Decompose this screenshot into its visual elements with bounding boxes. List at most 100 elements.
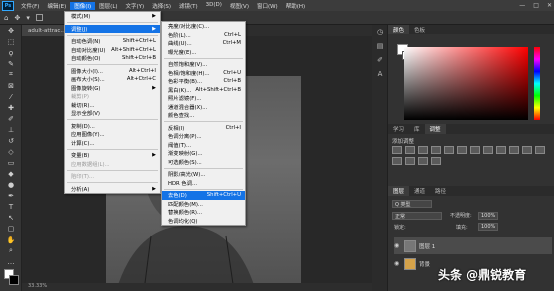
menu-item[interactable]: 裁切(R)... — [65, 101, 160, 110]
move-tool-icon[interactable]: ✥ — [0, 25, 22, 36]
exposure-icon[interactable] — [431, 146, 441, 154]
crop-tool-icon[interactable]: ⌗ — [0, 69, 22, 80]
menu-3[interactable]: 图层(L) — [95, 2, 121, 10]
zoom-tool-icon[interactable]: ⌕ — [0, 245, 22, 256]
dodge-tool-icon[interactable]: ● — [0, 179, 22, 190]
brush-tool-icon[interactable]: ✐ — [0, 113, 22, 124]
menu-8[interactable]: 视图(V) — [226, 2, 253, 10]
menu-item[interactable]: HDR 色调... — [162, 179, 245, 188]
rectangle-tool-icon[interactable]: ▢ — [0, 223, 22, 234]
menu-0[interactable]: 文件(F) — [17, 2, 43, 10]
opacity-input[interactable]: 100% — [478, 212, 498, 220]
menu-item[interactable]: 渐变映射(G)... — [162, 149, 245, 158]
close-button[interactable]: ✕ — [547, 2, 552, 9]
menu-2[interactable]: 图像(I) — [70, 1, 96, 10]
pen-tool-icon[interactable]: ✒ — [0, 190, 22, 201]
menu-5[interactable]: 选择(S) — [148, 2, 175, 10]
menu-item[interactable]: 曲线(U)... Ctrl+M — [162, 39, 245, 48]
menu-item[interactable]: 显示全部(V) — [65, 109, 160, 118]
color-swatches[interactable] — [0, 267, 21, 289]
dropdown-arrow-icon[interactable]: ▾ — [26, 14, 30, 22]
menu-item[interactable]: 复制(D)... — [65, 122, 160, 131]
menu-item[interactable]: 亮度/对比度(C)... — [162, 22, 245, 31]
menu-item[interactable]: 通道混合器(X)... — [162, 103, 245, 112]
menu-item[interactable]: 反相(I) Ctrl+I — [162, 124, 245, 133]
frame-tool-icon[interactable]: ⊠ — [0, 80, 22, 91]
menu-item[interactable]: 去色(D) Shift+Ctrl+U — [162, 191, 245, 200]
marquee-tool-icon[interactable]: ⬚ — [0, 36, 22, 47]
type-tool-icon[interactable]: T — [0, 201, 22, 212]
menu-item[interactable]: 调整(J) ▶ — [65, 24, 160, 33]
menu-item[interactable]: 颜色查找... — [162, 111, 245, 120]
menu-item[interactable]: 照片滤镜(F)... — [162, 94, 245, 103]
tab-learn[interactable]: 学习 — [388, 124, 409, 134]
invert-icon[interactable] — [535, 146, 545, 154]
properties-panel-icon[interactable]: ▤ — [372, 39, 388, 53]
photoshop-logo-icon[interactable]: Ps — [2, 0, 14, 11]
levels-icon[interactable] — [405, 146, 415, 154]
menu-item[interactable]: 色调均化(Q) — [162, 217, 245, 226]
gradient-tool-icon[interactable]: ▭ — [0, 157, 22, 168]
brightness-contrast-icon[interactable] — [392, 146, 402, 154]
tab-adjustments[interactable]: 调整 — [424, 124, 446, 134]
hue-slider[interactable] — [534, 47, 540, 120]
menu-item[interactable]: 黑白(K)... Alt+Shift+Ctrl+B — [162, 86, 245, 95]
path-select-tool-icon[interactable]: ↖ — [0, 212, 22, 223]
menu-7[interactable]: 3D(D) — [202, 2, 226, 10]
fill-input[interactable]: 100% — [478, 223, 498, 231]
eyedropper-tool-icon[interactable]: ⁄ — [0, 91, 22, 102]
blur-tool-icon[interactable]: ◆ — [0, 168, 22, 179]
hand-tool-icon[interactable]: ✋ — [0, 234, 22, 245]
menu-9[interactable]: 窗口(W) — [253, 2, 282, 10]
menu-item[interactable]: 画布大小(S)... Alt+Ctrl+C — [65, 75, 160, 84]
menu-item[interactable]: 自动色调(N) Shift+Ctrl+L — [65, 37, 160, 46]
blend-mode-select[interactable]: 正常 — [392, 212, 442, 220]
menu-item[interactable]: 自然饱和度(V)... — [162, 60, 245, 69]
tab-paths[interactable]: 路径 — [430, 186, 451, 196]
black-white-icon[interactable] — [483, 146, 493, 154]
history-brush-tool-icon[interactable]: ↺ — [0, 135, 22, 146]
menu-item[interactable]: 色彩平衡(B)... Ctrl+B — [162, 77, 245, 86]
menu-item[interactable]: 图像旋转(G) ▶ — [65, 84, 160, 93]
tab-channels[interactable]: 通道 — [409, 186, 430, 196]
photo-filter-icon[interactable] — [496, 146, 506, 154]
home-icon[interactable]: ⌂ — [4, 14, 8, 22]
eraser-tool-icon[interactable]: ◇ — [0, 146, 22, 157]
move-tool-icon[interactable]: ✥ — [14, 14, 20, 22]
menu-item[interactable]: 色相/饱和度(H)... Ctrl+U — [162, 69, 245, 78]
menu-item[interactable]: 阴影/高光(W)... — [162, 170, 245, 179]
selective-color-icon[interactable] — [431, 157, 441, 165]
saturation-brightness-picker[interactable] — [404, 47, 528, 120]
more-tools-icon[interactable]: … — [0, 256, 22, 267]
visibility-eye-icon[interactable]: ◉ — [394, 260, 401, 267]
menu-item[interactable]: 分析(A) ▶ — [65, 185, 160, 194]
menu-6[interactable]: 滤镜(T) — [175, 2, 202, 10]
menu-4[interactable]: 文字(Y) — [122, 2, 149, 10]
menu-item[interactable]: 模式(M) ▶ — [65, 12, 160, 21]
clone-stamp-tool-icon[interactable]: ⊥ — [0, 124, 22, 135]
menu-item[interactable]: 可选颜色(S)... — [162, 158, 245, 167]
quick-select-tool-icon[interactable]: ✎ — [0, 58, 22, 69]
minimize-button[interactable]: — — [519, 2, 525, 9]
color-balance-icon[interactable] — [470, 146, 480, 154]
layer-name[interactable]: 背景 — [419, 260, 430, 268]
layer-row-layer1[interactable]: ◉ 图层 1 — [394, 237, 552, 254]
menu-item[interactable]: 替换颜色(R)... — [162, 208, 245, 217]
background-color-swatch[interactable] — [9, 275, 19, 285]
layer-filter-kind[interactable]: Q 类型 — [392, 200, 432, 208]
character-panel-icon[interactable]: A — [372, 67, 388, 81]
menu-item[interactable]: 应用图像(Y)... — [65, 130, 160, 139]
menu-item[interactable]: 色阶(L)... Ctrl+L — [162, 31, 245, 40]
lasso-tool-icon[interactable]: ϙ — [0, 47, 22, 58]
gradient-map-icon[interactable] — [418, 157, 428, 165]
curves-icon[interactable] — [418, 146, 428, 154]
hue-saturation-icon[interactable] — [457, 146, 467, 154]
history-panel-icon[interactable]: ◷ — [372, 25, 388, 39]
menu-1[interactable]: 编辑(E) — [43, 2, 70, 10]
brush-settings-panel-icon[interactable]: ✐ — [372, 53, 388, 67]
healing-brush-tool-icon[interactable]: ✚ — [0, 102, 22, 113]
maximize-button[interactable]: □ — [533, 2, 539, 9]
menu-item[interactable]: 阈值(T)... — [162, 141, 245, 150]
posterize-icon[interactable] — [392, 157, 402, 165]
threshold-icon[interactable] — [405, 157, 415, 165]
